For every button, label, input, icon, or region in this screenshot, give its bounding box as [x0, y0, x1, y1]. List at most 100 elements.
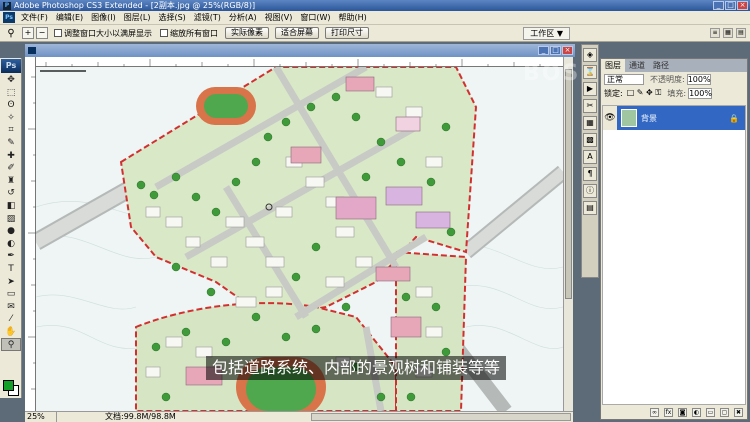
- menu-layer[interactable]: 图层(L): [120, 11, 155, 25]
- lasso-tool-icon[interactable]: ʘ: [1, 99, 21, 112]
- pen-tool-icon[interactable]: ✒: [1, 250, 21, 263]
- layer-row[interactable]: 👁 背景 🔒: [603, 106, 745, 130]
- new-group-icon[interactable]: ▭: [706, 407, 715, 417]
- vertical-ruler[interactable]: [25, 57, 36, 411]
- navigator-icon[interactable]: ◈: [583, 48, 597, 62]
- shape-tool-icon[interactable]: ▭: [1, 288, 21, 301]
- zoom-all-checkbox[interactable]: 缩放所有窗口: [160, 28, 218, 39]
- zoom-tool-icon[interactable]: ⚲: [0, 28, 22, 39]
- styles-icon[interactable]: ▦: [583, 116, 597, 130]
- dodge-tool-icon[interactable]: ◐: [1, 238, 21, 251]
- tools-icon[interactable]: ✂: [583, 99, 597, 113]
- tab-layers[interactable]: 图层: [601, 59, 625, 72]
- layer-thumbnail: [621, 109, 637, 127]
- history-brush-icon[interactable]: ↺: [1, 187, 21, 200]
- lock-icons[interactable]: □ ✎ ✥ ⚿: [627, 88, 662, 98]
- fill-label: 填充:: [667, 88, 687, 98]
- history-icon[interactable]: ⌛: [583, 65, 597, 79]
- tab-paths[interactable]: 路径: [649, 59, 673, 72]
- layers-panel-footer: ∞ fx ◙ ◐ ▭ ▢ ✖: [601, 405, 747, 419]
- actions-icon[interactable]: ▶: [583, 82, 597, 96]
- actual-pixels-button[interactable]: 实际像素: [225, 27, 269, 39]
- resize-windows-checkbox[interactable]: 调整窗口大小以满屏显示: [54, 28, 152, 39]
- ruler-ticks: [28, 76, 36, 390]
- options-bar: ⚲ + − 调整窗口大小以满屏显示 缩放所有窗口 实际像素 适合屏幕 打印尺寸 …: [0, 25, 750, 42]
- link-layers-icon[interactable]: ∞: [650, 407, 659, 417]
- opacity-field[interactable]: 100%: [686, 73, 711, 85]
- menu-analysis[interactable]: 分析(A): [225, 11, 261, 25]
- menu-edit[interactable]: 编辑(E): [52, 11, 87, 25]
- blend-mode-select[interactable]: 正常: [604, 73, 644, 85]
- notes-tool-icon[interactable]: ✉: [1, 301, 21, 314]
- magic-wand-icon[interactable]: ✧: [1, 112, 21, 125]
- crop-tool-icon[interactable]: ⌗: [1, 124, 21, 137]
- marquee-tool-icon[interactable]: ⬚: [1, 87, 21, 100]
- print-size-button[interactable]: 打印尺寸: [325, 27, 369, 39]
- layer-mask-icon[interactable]: ◙: [678, 407, 687, 417]
- foreground-color-swatch[interactable]: [3, 380, 14, 391]
- horizontal-ruler[interactable]: [36, 57, 563, 67]
- checkbox-box[interactable]: [54, 29, 62, 37]
- brushes-icon[interactable]: ≡: [710, 28, 720, 38]
- close-button[interactable]: ×: [737, 1, 748, 10]
- swatches-icon[interactable]: ▩: [583, 133, 597, 147]
- toolbox: Ps ✥ ⬚ ʘ ✧ ⌗ ✎ ✚ ✐ ♜ ↺ ◧ ▨ ● ◐ ✒ T ➤ ▭ ✉…: [0, 58, 22, 398]
- panel-tabs: 图层 通道 路径: [601, 59, 747, 72]
- document-info[interactable]: 文档:99.8M/98.8M: [57, 412, 176, 422]
- new-layer-icon[interactable]: ▢: [720, 407, 729, 417]
- minimize-button[interactable]: _: [713, 1, 724, 10]
- layer-name: 背景: [641, 113, 657, 123]
- fill-field[interactable]: 100%: [688, 87, 713, 99]
- restore-button[interactable]: □: [725, 1, 736, 10]
- menu-window[interactable]: 窗口(W): [296, 11, 334, 25]
- doc-maximize-button[interactable]: □: [550, 46, 561, 55]
- zoom-level-field[interactable]: 25%: [25, 412, 57, 422]
- resize-windows-label: 调整窗口大小以满屏显示: [64, 28, 152, 38]
- gradient-tool-icon[interactable]: ▨: [1, 213, 21, 226]
- layer-style-icon[interactable]: fx: [664, 407, 673, 417]
- fit-screen-button[interactable]: 适合屏幕: [275, 27, 319, 39]
- zoom-all-label: 缩放所有窗口: [170, 28, 218, 38]
- type-tool-icon[interactable]: T: [1, 263, 21, 276]
- info-icon[interactable]: ⓘ: [583, 184, 597, 198]
- doc-minimize-button[interactable]: _: [538, 46, 549, 55]
- visibility-eye-icon[interactable]: 👁: [603, 106, 617, 130]
- blur-tool-icon[interactable]: ●: [1, 225, 21, 238]
- adjustment-layer-icon[interactable]: ◐: [692, 407, 701, 417]
- vertical-scrollbar[interactable]: [563, 57, 573, 411]
- lock-label: 锁定:: [604, 88, 623, 98]
- brush-tool-icon[interactable]: ✐: [1, 162, 21, 175]
- menu-view[interactable]: 视图(V): [261, 11, 297, 25]
- scrollbar-thumb[interactable]: [565, 69, 572, 299]
- layer-comps-icon[interactable]: ▤: [736, 28, 746, 38]
- paragraph-icon[interactable]: ¶: [583, 167, 597, 181]
- zoom-in-icon[interactable]: +: [22, 27, 34, 39]
- tab-channels[interactable]: 通道: [625, 59, 649, 72]
- zoom-tool-icon[interactable]: ⚲: [1, 338, 21, 352]
- checkbox-box[interactable]: [160, 29, 168, 37]
- menu-file[interactable]: 文件(F): [17, 11, 52, 25]
- move-tool-icon[interactable]: ✥: [1, 74, 21, 87]
- scale-label: 100m: [66, 67, 91, 68]
- eraser-tool-icon[interactable]: ◧: [1, 200, 21, 213]
- workspace-dropdown[interactable]: 工作区 ▼: [523, 27, 570, 40]
- menu-help[interactable]: 帮助(H): [335, 11, 371, 25]
- slice-tool-icon[interactable]: ✎: [1, 137, 21, 150]
- doc-close-button[interactable]: ×: [562, 46, 573, 55]
- hand-tool-icon[interactable]: ✋: [1, 326, 21, 339]
- menu-select[interactable]: 选择(S): [154, 11, 189, 25]
- path-selection-icon[interactable]: ➤: [1, 276, 21, 289]
- menu-image[interactable]: 图像(I): [87, 11, 120, 25]
- document-titlebar: _ □ ×: [25, 44, 575, 57]
- tool-presets-icon[interactable]: ▦: [723, 28, 733, 38]
- healing-brush-icon[interactable]: ✚: [1, 150, 21, 163]
- opacity-label: 不透明度:: [650, 74, 685, 84]
- horizontal-scrollbar[interactable]: [311, 413, 571, 421]
- clone-stamp-icon[interactable]: ♜: [1, 175, 21, 188]
- eyedropper-tool-icon[interactable]: ⁄: [1, 313, 21, 326]
- character-icon[interactable]: A: [583, 150, 597, 164]
- menu-filter[interactable]: 滤镜(T): [190, 11, 225, 25]
- delete-layer-icon[interactable]: ✖: [734, 407, 743, 417]
- brush-presets-icon[interactable]: ▤: [583, 201, 597, 215]
- zoom-out-icon[interactable]: −: [36, 27, 48, 39]
